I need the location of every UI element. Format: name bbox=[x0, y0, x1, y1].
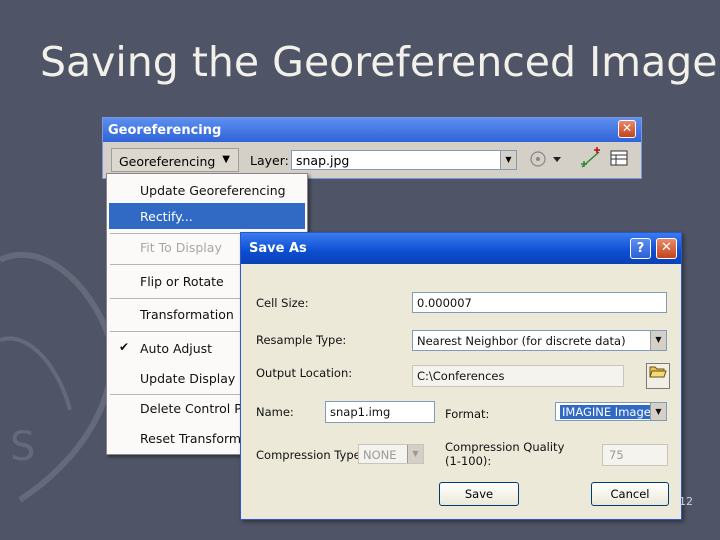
browse-folder-button[interactable] bbox=[646, 363, 670, 389]
menu-item-rectify[interactable]: Rectify... bbox=[109, 203, 305, 229]
chevron-down-icon: ▼ bbox=[407, 445, 423, 463]
compression-type-label: Compression Type: bbox=[256, 448, 365, 462]
georeferencing-close-button[interactable]: ✕ bbox=[618, 120, 636, 138]
link-table-icon[interactable] bbox=[609, 149, 631, 169]
georeferencing-menu-label: Georeferencing bbox=[119, 154, 216, 169]
background-decoration: S bbox=[0, 251, 115, 503]
cell-size-label: Cell Size: bbox=[256, 296, 309, 310]
help-button[interactable]: ? bbox=[630, 238, 651, 259]
compression-quality-input: 75 bbox=[602, 444, 668, 466]
folder-open-icon bbox=[649, 366, 667, 378]
output-location-input[interactable]: C:\Conferences bbox=[412, 365, 624, 387]
resample-type-select[interactable]: Nearest Neighbor (for discrete data) ▼ bbox=[412, 330, 667, 351]
compression-type-value: NONE bbox=[363, 448, 397, 462]
chevron-down-icon: ▼ bbox=[650, 403, 666, 420]
chevron-down-icon: ▼ bbox=[500, 151, 516, 169]
save-as-close-button[interactable]: ✕ bbox=[656, 238, 677, 259]
name-input[interactable]: snap1.img bbox=[325, 401, 435, 423]
compression-quality-label: Compression Quality bbox=[445, 440, 565, 454]
save-as-titlebar: Save As ? ✕ bbox=[241, 233, 681, 264]
save-as-dialog: Save As ? ✕ Cell Size: 0.000007 Resample… bbox=[240, 232, 682, 520]
georeferencing-titlebar: Georeferencing ✕ bbox=[103, 118, 641, 142]
pan-circle-icon[interactable] bbox=[529, 149, 567, 171]
resample-type-label: Resample Type: bbox=[256, 333, 347, 347]
layer-label: Layer: bbox=[250, 153, 289, 168]
layer-select-value: snap.jpg bbox=[296, 153, 350, 168]
georeferencing-menu-button[interactable]: Georeferencing ▼ bbox=[111, 148, 239, 172]
control-point-icon[interactable] bbox=[579, 147, 605, 171]
save-as-title: Save As bbox=[249, 241, 307, 256]
format-label: Format: bbox=[445, 407, 490, 421]
svg-text:S: S bbox=[10, 424, 35, 470]
checkmark-icon: ✔ bbox=[119, 340, 130, 354]
georeferencing-toolbar-window: Georeferencing ✕ Georeferencing ▼ Layer:… bbox=[102, 117, 642, 179]
save-button[interactable]: Save bbox=[439, 482, 519, 506]
resample-type-value: Nearest Neighbor (for discrete data) bbox=[417, 334, 626, 348]
cell-size-input[interactable]: 0.000007 bbox=[412, 292, 667, 313]
georeferencing-window-title: Georeferencing bbox=[108, 123, 222, 138]
layer-select[interactable]: snap.jpg ▼ bbox=[291, 150, 517, 170]
compression-quality-range-label: (1-100): bbox=[445, 454, 492, 468]
name-label: Name: bbox=[256, 405, 294, 419]
output-location-label: Output Location: bbox=[256, 366, 353, 380]
cancel-button[interactable]: Cancel bbox=[591, 482, 669, 506]
format-value: IMAGINE Image bbox=[560, 405, 653, 419]
menu-item-auto-adjust-label: Auto Adjust bbox=[140, 341, 213, 356]
slide-title: Saving the Georeferenced Image bbox=[40, 38, 718, 86]
chevron-down-icon: ▼ bbox=[222, 154, 230, 165]
menu-item-update-georeferencing[interactable]: Update Georeferencing bbox=[109, 177, 305, 203]
slide-number: 12 bbox=[679, 495, 693, 508]
format-select[interactable]: IMAGINE Image ▼ bbox=[555, 402, 667, 421]
compression-type-select: NONE ▼ bbox=[358, 444, 424, 464]
chevron-down-icon: ▼ bbox=[650, 331, 666, 350]
